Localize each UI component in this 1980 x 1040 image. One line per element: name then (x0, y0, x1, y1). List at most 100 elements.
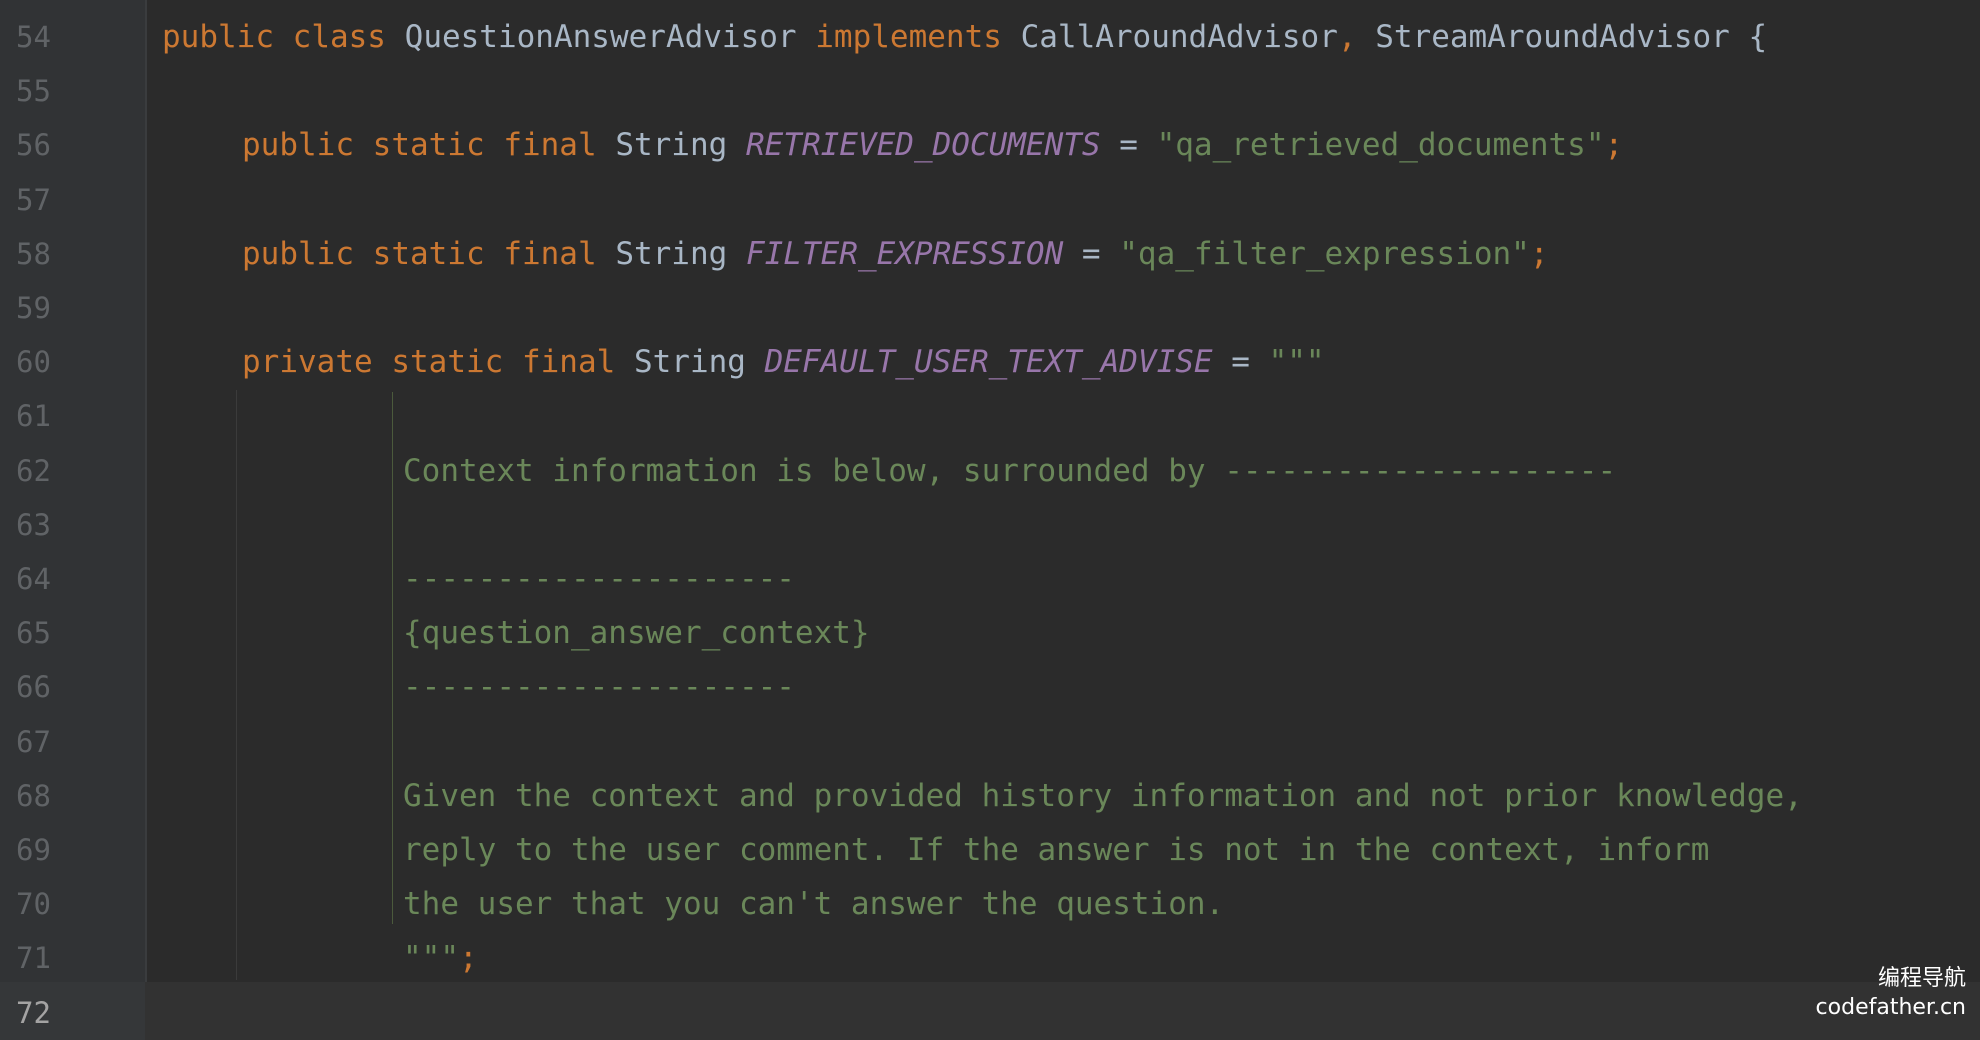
code-token: --------------------- (403, 669, 795, 706)
code-token: reply to the user comment. If the answer… (403, 832, 1710, 868)
code-token: = (1212, 344, 1269, 381)
code-token: """ (1268, 344, 1325, 381)
line-code: Given the context and provided history i… (403, 769, 1803, 823)
line-number: 59 (16, 291, 51, 325)
code-line[interactable]: 64 --------------------- (0, 552, 1980, 606)
line-code: public class QuestionAnswerAdvisor imple… (162, 10, 1767, 64)
code-line[interactable]: 63 (0, 498, 1980, 552)
code-token: private (242, 344, 373, 381)
code-token: Given the context and provided history i… (403, 777, 1803, 814)
code-token: String (615, 127, 728, 164)
line-number: 63 (16, 507, 51, 542)
code-line[interactable]: 57 (0, 173, 1980, 227)
line-number: 58 (16, 236, 51, 271)
line-number: 67 (16, 724, 51, 759)
code-line[interactable]: 58 public static final String FILTER_EXPR… (0, 227, 1980, 281)
code-token: ; (459, 940, 478, 977)
code-token: QuestionAnswerAdvisor (404, 19, 797, 55)
code-token: FILTER_EXPRESSION (745, 235, 1064, 272)
code-line[interactable]: 62 Context information is below, surround… (0, 444, 1980, 498)
code-token: static (372, 127, 485, 164)
code-line[interactable]: 69 reply to the user comment. If the answ… (0, 823, 1980, 877)
code-token: final (521, 344, 616, 381)
line-code: --------------------- (403, 552, 795, 606)
code-line[interactable]: 60 private static final String DEFAULT_US… (0, 335, 1980, 389)
code-line[interactable]: 61 (0, 389, 1980, 443)
code-token: = (1100, 127, 1157, 164)
code-line[interactable]: 72 (0, 986, 1980, 1040)
code-token: static (391, 344, 504, 381)
line-number: 65 (16, 616, 51, 651)
line-number: 60 (16, 345, 51, 380)
code-token: public (162, 19, 274, 55)
line-number: 66 (16, 670, 51, 705)
line-number: 72 (16, 995, 51, 1030)
line-number: 71 (16, 941, 51, 976)
code-token: final (503, 235, 597, 272)
code-token: ; (1604, 127, 1624, 164)
line-number: 54 (16, 20, 51, 54)
line-number: 61 (16, 399, 51, 434)
line-code: public static final String RETRIEVED_DOC… (242, 118, 1623, 172)
line-code: """; (403, 931, 478, 985)
code-line[interactable]: 71 """; (0, 931, 1980, 985)
code-token: DEFAULT_USER_TEXT_ADVISE (764, 344, 1213, 381)
code-token: class (292, 19, 386, 55)
line-code: private static final String DEFAULT_USER… (242, 335, 1325, 389)
code-token: implements (815, 19, 1002, 55)
watermark: 编程导航 codefather.cn (1816, 964, 1966, 1022)
code-line[interactable]: 55 (0, 64, 1980, 118)
code-line[interactable]: 70 the user that you can't answer the que… (0, 877, 1980, 931)
line-code: --------------------- (403, 660, 795, 714)
line-number: 62 (16, 453, 51, 488)
code-token: { (1729, 19, 1768, 55)
code-token: final (503, 127, 597, 164)
line-number: 56 (16, 128, 51, 163)
code-line[interactable]: 68 Given the context and provided history… (0, 769, 1980, 823)
line-number: 57 (16, 182, 51, 217)
code-token: = (1063, 235, 1120, 272)
code-token: String (633, 344, 746, 381)
watermark-title: 编程导航 (1877, 966, 1966, 991)
code-token: ; (1529, 235, 1549, 272)
line-code: Context information is below, surrounded… (403, 444, 1616, 498)
line-code: reply to the user comment. If the answer… (403, 823, 1709, 877)
code-line[interactable]: 54 public class QuestionAnswerAdvisor imp… (0, 10, 1980, 64)
code-line[interactable]: 65 {question_answer_context} (0, 606, 1980, 660)
code-token: """ (403, 940, 459, 977)
code-line[interactable]: 56 public static final String RETRIEVED_D… (0, 118, 1980, 172)
line-number: 70 (16, 887, 51, 922)
code-line[interactable]: 67 (0, 715, 1980, 769)
line-number: 68 (16, 778, 51, 813)
line-number: 64 (16, 562, 51, 596)
code-token: Context information is below, surrounded… (403, 452, 1617, 489)
code-token: CallAroundAdvisor (1020, 19, 1338, 55)
code-token: , (1337, 19, 1357, 55)
code-token: "qa_retrieved_documents" (1156, 127, 1605, 164)
code-editor[interactable]: 54 public class QuestionAnswerAdvisor imp… (0, 0, 1980, 1040)
code-line[interactable]: 66 --------------------- (0, 660, 1980, 714)
line-code: {question_answer_context} (403, 606, 870, 660)
code-token: --------------------- (403, 561, 795, 597)
line-code: the user that you can't answer the quest… (403, 877, 1224, 931)
line-number: 69 (16, 833, 51, 867)
code-token: "qa_filter_expression" (1119, 235, 1530, 272)
code-token: StreamAroundAdvisor (1375, 19, 1730, 55)
code-line[interactable]: 59 (0, 281, 1980, 335)
